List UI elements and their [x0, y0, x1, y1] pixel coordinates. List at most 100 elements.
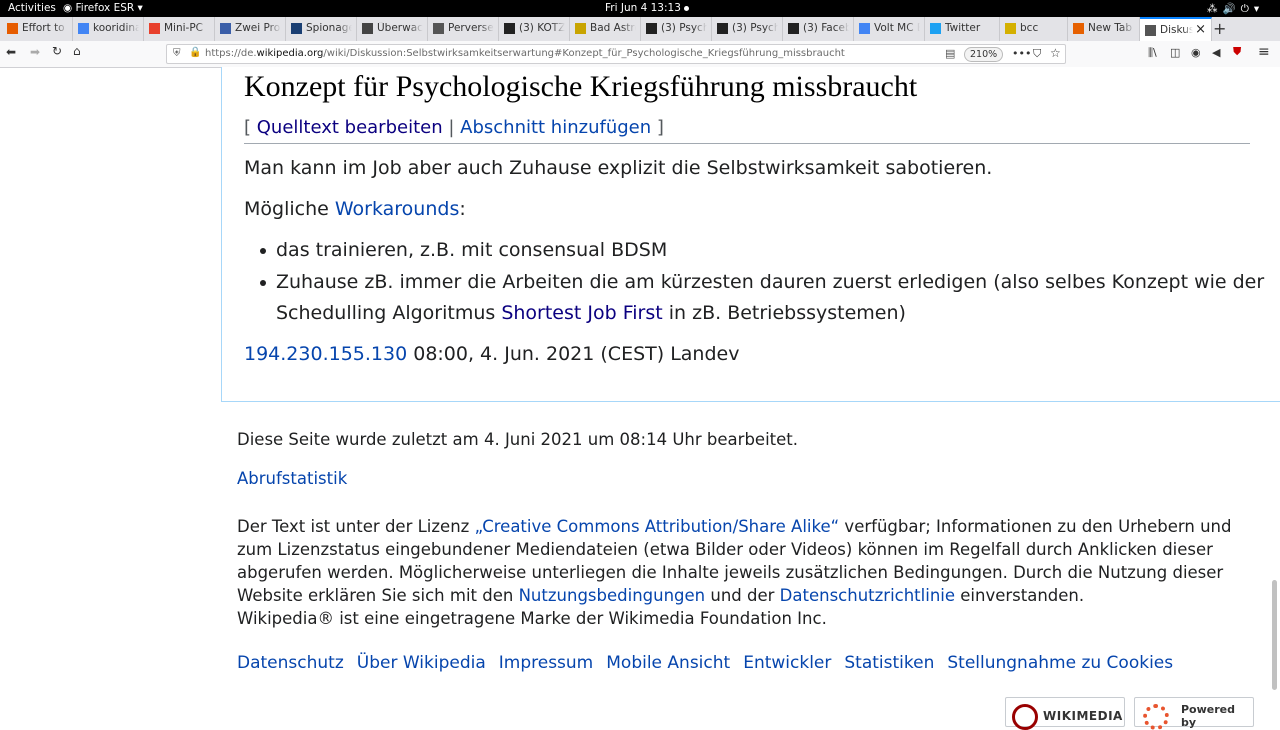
- google-icon: [78, 23, 89, 34]
- footer-link[interactable]: Statistiken: [844, 653, 934, 673]
- reader-view-icon[interactable]: ▤: [945, 47, 955, 60]
- wikimedia-badge[interactable]: WIKIMEDIA: [1005, 697, 1125, 730]
- page-stats-link[interactable]: Abrufstatistik: [237, 469, 347, 488]
- warning-icon: [788, 23, 799, 34]
- system-top-bar: Activities ◉ Firefox ESR ▾ Fri Jun 4 13:…: [0, 0, 1280, 17]
- heading-divider: [244, 143, 1250, 144]
- tab-6[interactable]: Perverse: [428, 17, 499, 41]
- navigation-toolbar: ⬅ ➡ ↻ ⌂ ⛨ 🔒 https://de.wikipedia.org/wik…: [0, 41, 1280, 68]
- url-bar[interactable]: ⛨ 🔒 https://de.wikipedia.org/wiki/Diskus…: [166, 44, 1066, 64]
- workarounds-link[interactable]: Workarounds: [335, 198, 459, 220]
- new-tab-button[interactable]: +: [1213, 19, 1226, 38]
- tab-7[interactable]: (3) KOTZ: [499, 17, 570, 41]
- tab-strip: Effort to kooridina Mini-PC Zwei Pro Spionag…: [0, 17, 1280, 42]
- footer-link[interactable]: Datenschutz: [237, 653, 344, 673]
- tab-9[interactable]: (3) Psych: [641, 17, 712, 41]
- warning-icon: [717, 23, 728, 34]
- tab-label: (3) KOTZ: [519, 22, 565, 34]
- pocket-icon[interactable]: ⛉: [1033, 47, 1041, 61]
- yc-icon: [7, 23, 18, 34]
- reload-button[interactable]: ↻: [52, 44, 62, 58]
- bcc-icon: [1005, 23, 1016, 34]
- wikipedia-icon: [1145, 25, 1156, 36]
- footer-link[interactable]: Impressum: [499, 653, 594, 673]
- add-section-link[interactable]: Abschnitt hinzufügen: [460, 117, 651, 138]
- cc-license-link[interactable]: „Creative Commons Attribution/Share Alik…: [475, 517, 840, 536]
- menu-icon[interactable]: ≡: [1258, 44, 1270, 60]
- clock[interactable]: Fri Jun 4 13:13: [605, 2, 689, 14]
- tab-label: kooridina: [93, 22, 139, 34]
- tab-8[interactable]: Bad Astro: [570, 17, 641, 41]
- tab-label: New Tab: [1088, 22, 1133, 34]
- close-tab-icon[interactable]: ×: [1195, 22, 1206, 37]
- sjf-link[interactable]: Shortest Job First: [501, 302, 662, 324]
- shield-icon[interactable]: ⛨: [173, 48, 181, 59]
- volume-icon: 🔊: [1222, 3, 1241, 15]
- footer-links: Datenschutz Über Wikipedia Impressum Mobile…: [237, 653, 1186, 673]
- mediawiki-logo-icon: [1143, 704, 1169, 730]
- page-actions-icon[interactable]: •••: [1012, 47, 1031, 60]
- zoom-indicator[interactable]: 210%: [964, 47, 1004, 62]
- tab-label: Mini-PC: [164, 22, 204, 34]
- tab-label: (3) Psych: [732, 22, 778, 34]
- terms-of-use-link[interactable]: Nutzungsbedingungen: [519, 586, 706, 605]
- signature: 194.230.155.130 08:00, 4. Jun. 2021 (CES…: [244, 343, 740, 365]
- paragraph-workarounds: Mögliche Workarounds:: [244, 198, 466, 220]
- bullet-icon: [260, 280, 266, 286]
- footer-link[interactable]: Stellungnahme zu Cookies: [947, 653, 1173, 673]
- tab-5[interactable]: Überwach: [357, 17, 428, 41]
- ublock-icon[interactable]: ⛊: [1233, 45, 1241, 59]
- tab-11[interactable]: (3) Facebo: [783, 17, 854, 41]
- license-text: Der Text ist unter der Lizenz „Creative …: [237, 517, 1232, 628]
- footer-link[interactable]: Mobile Ansicht: [606, 653, 730, 673]
- edit-source-link[interactable]: Quelltext bearbeiten: [257, 117, 443, 138]
- tab-2[interactable]: Mini-PC: [144, 17, 215, 41]
- bookmark-star-icon[interactable]: ☆: [1050, 46, 1061, 60]
- tab-10[interactable]: (3) Psych: [712, 17, 783, 41]
- forward-button[interactable]: ➡: [30, 45, 40, 59]
- account-icon[interactable]: ◉: [1191, 46, 1201, 59]
- firefox-icon: [1073, 23, 1084, 34]
- footer-link[interactable]: Entwickler: [743, 653, 831, 673]
- page-scrollbar[interactable]: [1272, 580, 1277, 690]
- tab-label: Spionage: [306, 22, 352, 34]
- tab-label: (3) Facebo: [803, 22, 849, 34]
- tab-16[interactable]: Diskus ×: [1140, 17, 1212, 41]
- tab-4[interactable]: Spionage: [286, 17, 357, 41]
- wikipedia-icon: [433, 23, 444, 34]
- firefox-icon: ◉: [63, 2, 73, 14]
- ip-user-link[interactable]: 194.230.155.130: [244, 343, 407, 365]
- network-icon: ⁂: [1207, 3, 1223, 15]
- google-icon: [859, 23, 870, 34]
- tab-12[interactable]: Volt MC B: [854, 17, 925, 41]
- tab-13[interactable]: Twitter: [925, 17, 1000, 41]
- mediawiki-badge[interactable]: Powered by: [1134, 697, 1254, 730]
- warning-icon: [646, 23, 657, 34]
- tab-0[interactable]: Effort to: [2, 17, 73, 41]
- tab-label: Perverse: [448, 22, 494, 34]
- url-text[interactable]: https://de.wikipedia.org/wiki/Diskussion…: [205, 48, 845, 59]
- tab-label: Diskus: [1160, 24, 1193, 36]
- activities-button[interactable]: Activities: [8, 2, 56, 14]
- warning-icon: [504, 23, 515, 34]
- tab-14[interactable]: bcc: [1000, 17, 1068, 41]
- tab-1[interactable]: kooridina: [73, 17, 144, 41]
- back-button[interactable]: ⬅: [6, 45, 16, 59]
- shop-icon: [149, 23, 160, 34]
- tab-label: (3) Psych: [661, 22, 707, 34]
- trademark-notice: Wikipedia® ist eine eingetragene Marke d…: [237, 609, 827, 628]
- home-button[interactable]: ⌂: [73, 44, 81, 58]
- ba-icon: [575, 23, 586, 34]
- power-icon: ⏻: [1240, 3, 1254, 15]
- tab-3[interactable]: Zwei Pro: [215, 17, 286, 41]
- app-name: Firefox ESR: [75, 2, 135, 14]
- app-menu[interactable]: ◉ Firefox ESR ▾: [63, 2, 143, 14]
- tab-15[interactable]: New Tab: [1068, 17, 1140, 41]
- privacy-policy-link[interactable]: Datenschutzrichtlinie: [780, 586, 955, 605]
- library-icon[interactable]: ⫼\: [1148, 46, 1157, 60]
- sidebar-icon[interactable]: ◫: [1170, 46, 1180, 59]
- system-tray[interactable]: ⁂🔊⏻▾: [1207, 2, 1264, 16]
- lock-icon[interactable]: 🔒: [189, 47, 201, 58]
- footer-link[interactable]: Über Wikipedia: [357, 653, 486, 673]
- extension-icon[interactable]: ◀: [1212, 46, 1220, 59]
